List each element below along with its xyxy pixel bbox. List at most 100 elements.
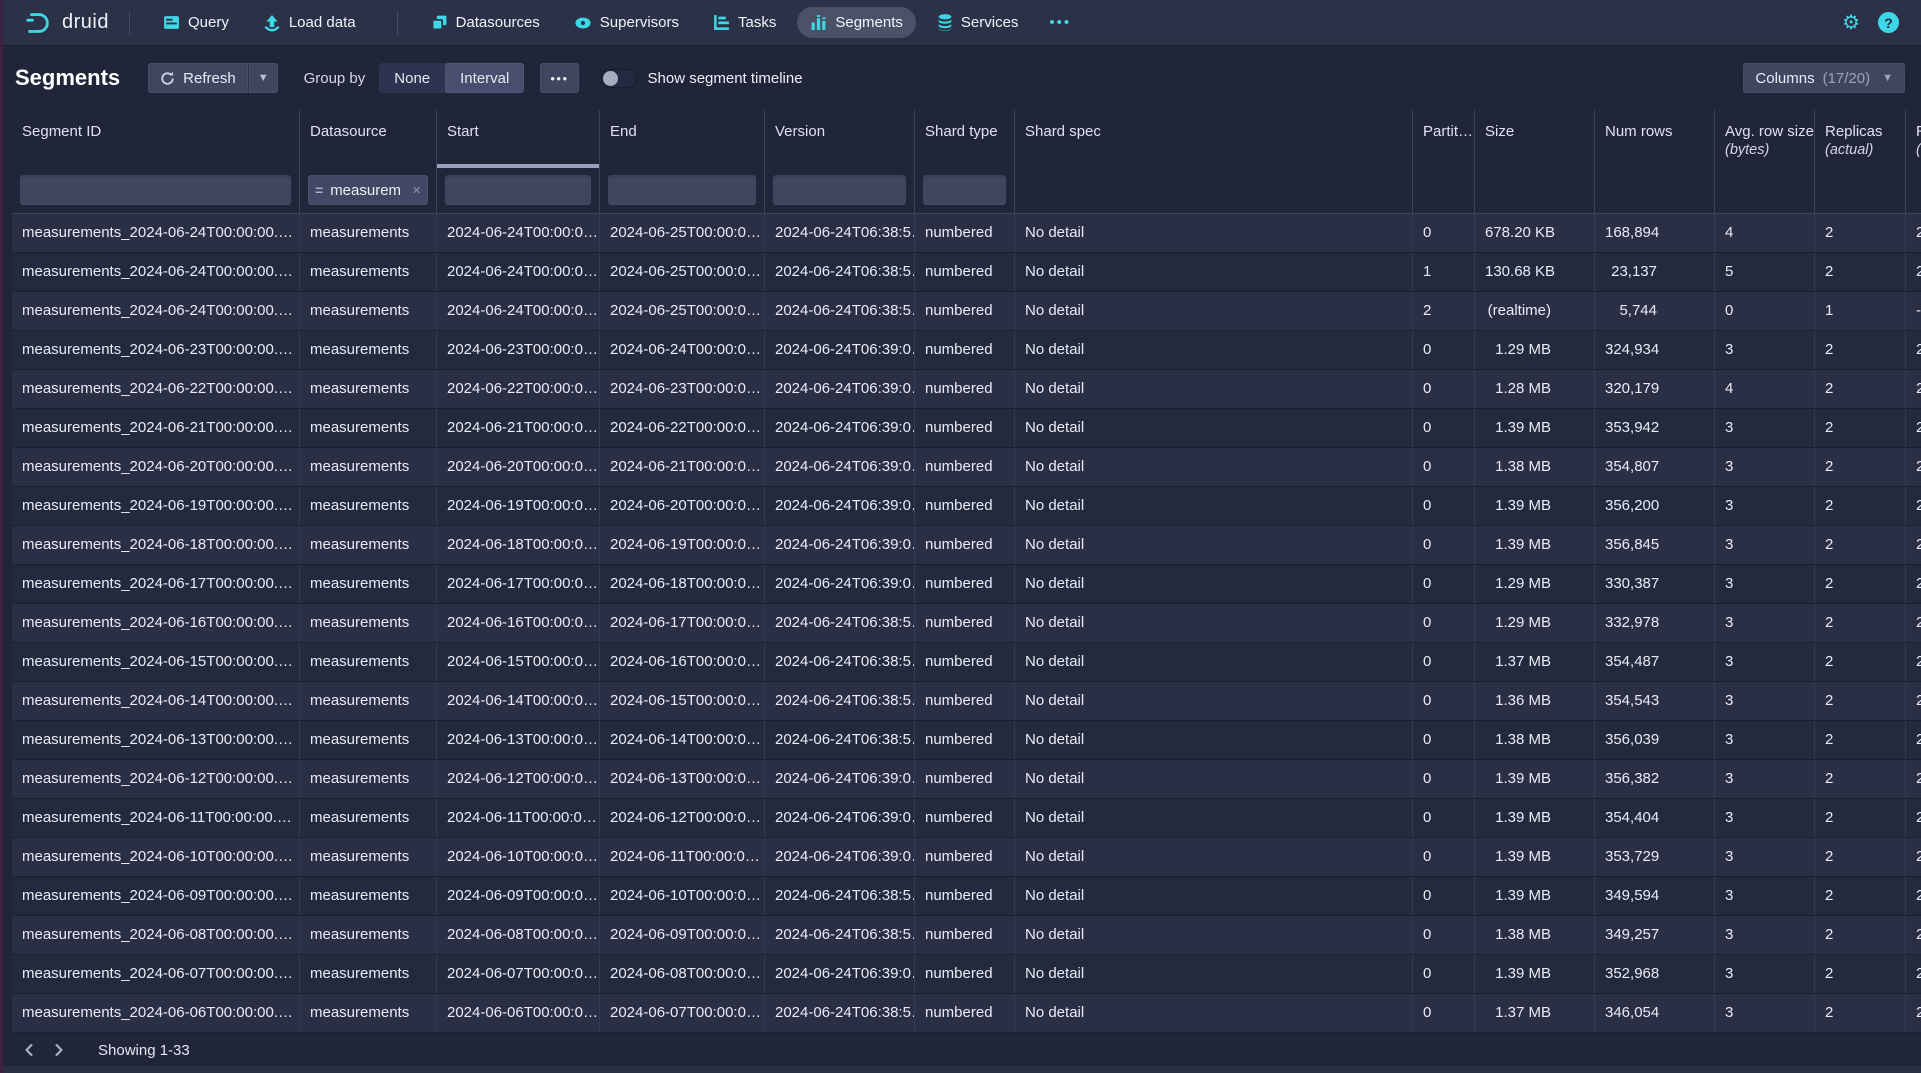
cell-version[interactable]: 2024-06-24T06:39:0… (765, 448, 915, 486)
cell-avg-row-size[interactable]: 3 (1715, 916, 1815, 954)
cell-size[interactable]: 1.39 MB (1475, 409, 1595, 447)
cell-start[interactable]: 2024-06-17T00:00:0… (437, 565, 600, 603)
col-header-avg-row-size[interactable]: Avg. row size (bytes) (1715, 110, 1815, 168)
cell-avg-row-size[interactable]: 3 (1715, 799, 1815, 837)
druid-logo[interactable]: druid (23, 8, 109, 38)
cell-avg-row-size[interactable]: 3 (1715, 643, 1815, 681)
col-header-replication-clipped[interactable]: R ( (1906, 110, 1921, 168)
segment-id-filter-input[interactable] (20, 175, 291, 205)
cell-shard-type[interactable]: numbered (915, 799, 1015, 837)
cell-datasource[interactable]: measurements (300, 214, 437, 252)
cell-replicas[interactable]: 2 (1815, 409, 1906, 447)
cell-start[interactable]: 2024-06-24T00:00:0… (437, 253, 600, 291)
cell-version[interactable]: 2024-06-24T06:38:5… (765, 877, 915, 915)
cell-num-rows[interactable]: 354,543 (1595, 682, 1715, 720)
cell-start[interactable]: 2024-06-16T00:00:0… (437, 604, 600, 642)
cell-shard-spec[interactable]: No detail (1015, 955, 1413, 993)
cell-replication[interactable]: 2 (1906, 955, 1921, 993)
cell-replication[interactable]: 2 (1906, 994, 1921, 1032)
cell-version[interactable]: 2024-06-24T06:38:5… (765, 916, 915, 954)
cell-shard-spec[interactable]: No detail (1015, 877, 1413, 915)
cell-end[interactable]: 2024-06-09T00:00:0… (600, 916, 765, 954)
cell-start[interactable]: 2024-06-09T00:00:0… (437, 877, 600, 915)
cell-version[interactable]: 2024-06-24T06:38:5… (765, 682, 915, 720)
nav-more-button[interactable]: ••• (1039, 7, 1081, 38)
cell-segment-id[interactable]: measurements_2024-06-12T00:00:00.… (12, 760, 300, 798)
cell-avg-row-size[interactable]: 5 (1715, 253, 1815, 291)
cell-shard-type[interactable]: numbered (915, 643, 1015, 681)
cell-end[interactable]: 2024-06-08T00:00:0… (600, 955, 765, 993)
cell-end[interactable]: 2024-06-25T00:00:0… (600, 292, 765, 330)
cell-num-rows[interactable]: 332,978 (1595, 604, 1715, 642)
cell-partition[interactable]: 2 (1413, 292, 1475, 330)
cell-size[interactable]: 1.29 MB (1475, 565, 1595, 603)
cell-avg-row-size[interactable]: 3 (1715, 838, 1815, 876)
cell-num-rows[interactable]: 320,179 (1595, 370, 1715, 408)
cell-end[interactable]: 2024-06-07T00:00:0… (600, 994, 765, 1032)
cell-segment-id[interactable]: measurements_2024-06-17T00:00:00.… (12, 565, 300, 603)
cell-size[interactable]: 1.37 MB (1475, 643, 1595, 681)
cell-replication[interactable]: 2 (1906, 487, 1921, 525)
datasource-filter-chip[interactable]: = measurem × (308, 175, 428, 205)
cell-datasource[interactable]: measurements (300, 721, 437, 759)
cell-segment-id[interactable]: measurements_2024-06-24T00:00:00.… (12, 253, 300, 291)
cell-datasource[interactable]: measurements (300, 916, 437, 954)
cell-start[interactable]: 2024-06-23T00:00:0… (437, 331, 600, 369)
cell-datasource[interactable]: measurements (300, 604, 437, 642)
cell-partition[interactable]: 0 (1413, 682, 1475, 720)
group-by-option-none[interactable]: None (379, 63, 445, 93)
cell-segment-id[interactable]: measurements_2024-06-19T00:00:00.… (12, 487, 300, 525)
cell-partition[interactable]: 0 (1413, 331, 1475, 369)
cell-start[interactable]: 2024-06-08T00:00:0… (437, 916, 600, 954)
cell-shard-spec[interactable]: No detail (1015, 994, 1413, 1032)
cell-start[interactable]: 2024-06-14T00:00:0… (437, 682, 600, 720)
col-header-partition[interactable]: Partit… (1413, 110, 1475, 168)
cell-version[interactable]: 2024-06-24T06:39:0… (765, 409, 915, 447)
cell-start[interactable]: 2024-06-15T00:00:0… (437, 643, 600, 681)
cell-replicas[interactable]: 2 (1815, 448, 1906, 486)
settings-gear-icon[interactable]: ⚙ (1842, 13, 1860, 33)
start-filter-input[interactable] (445, 175, 591, 205)
nav-item-tasks[interactable]: Tasks (700, 7, 789, 38)
cell-start[interactable]: 2024-06-13T00:00:0… (437, 721, 600, 759)
cell-size[interactable]: 130.68 KB (1475, 253, 1595, 291)
cell-replication[interactable]: - (1906, 292, 1921, 330)
columns-button[interactable]: Columns (17/20) ▼ (1743, 63, 1905, 93)
table-row[interactable]: measurements_2024-06-22T00:00:00.…measur… (12, 370, 1921, 409)
cell-replication[interactable]: 2 (1906, 565, 1921, 603)
table-row[interactable]: measurements_2024-06-23T00:00:00.…measur… (12, 331, 1921, 370)
cell-num-rows[interactable]: 354,404 (1595, 799, 1715, 837)
end-filter-input[interactable] (608, 175, 756, 205)
cell-segment-id[interactable]: measurements_2024-06-11T00:00:00.… (12, 799, 300, 837)
col-header-datasource[interactable]: Datasource (300, 110, 437, 168)
cell-replicas[interactable]: 2 (1815, 955, 1906, 993)
help-icon[interactable]: ? (1878, 12, 1899, 33)
cell-end[interactable]: 2024-06-20T00:00:0… (600, 487, 765, 525)
cell-replicas[interactable]: 2 (1815, 526, 1906, 564)
cell-avg-row-size[interactable]: 3 (1715, 565, 1815, 603)
col-header-shard-type[interactable]: Shard type (915, 110, 1015, 168)
nav-item-segments[interactable]: Segments (797, 7, 916, 38)
cell-shard-spec[interactable]: No detail (1015, 292, 1413, 330)
cell-num-rows[interactable]: 352,968 (1595, 955, 1715, 993)
cell-num-rows[interactable]: 354,487 (1595, 643, 1715, 681)
cell-replicas[interactable]: 2 (1815, 565, 1906, 603)
cell-num-rows[interactable]: 349,594 (1595, 877, 1715, 915)
cell-segment-id[interactable]: measurements_2024-06-08T00:00:00.… (12, 916, 300, 954)
table-row[interactable]: measurements_2024-06-24T00:00:00.…measur… (12, 214, 1921, 253)
cell-version[interactable]: 2024-06-24T06:38:5… (765, 253, 915, 291)
cell-start[interactable]: 2024-06-24T00:00:0… (437, 292, 600, 330)
cell-segment-id[interactable]: measurements_2024-06-14T00:00:00.… (12, 682, 300, 720)
cell-replicas[interactable]: 2 (1815, 799, 1906, 837)
cell-avg-row-size[interactable]: 3 (1715, 994, 1815, 1032)
cell-avg-row-size[interactable]: 3 (1715, 409, 1815, 447)
cell-partition[interactable]: 0 (1413, 916, 1475, 954)
table-row[interactable]: measurements_2024-06-06T00:00:00.…measur… (12, 994, 1921, 1033)
cell-version[interactable]: 2024-06-24T06:38:5… (765, 643, 915, 681)
cell-shard-spec[interactable]: No detail (1015, 760, 1413, 798)
cell-shard-spec[interactable]: No detail (1015, 682, 1413, 720)
cell-version[interactable]: 2024-06-24T06:38:5… (765, 721, 915, 759)
cell-version[interactable]: 2024-06-24T06:39:0… (765, 526, 915, 564)
cell-replicas[interactable]: 2 (1815, 721, 1906, 759)
cell-end[interactable]: 2024-06-25T00:00:0… (600, 253, 765, 291)
